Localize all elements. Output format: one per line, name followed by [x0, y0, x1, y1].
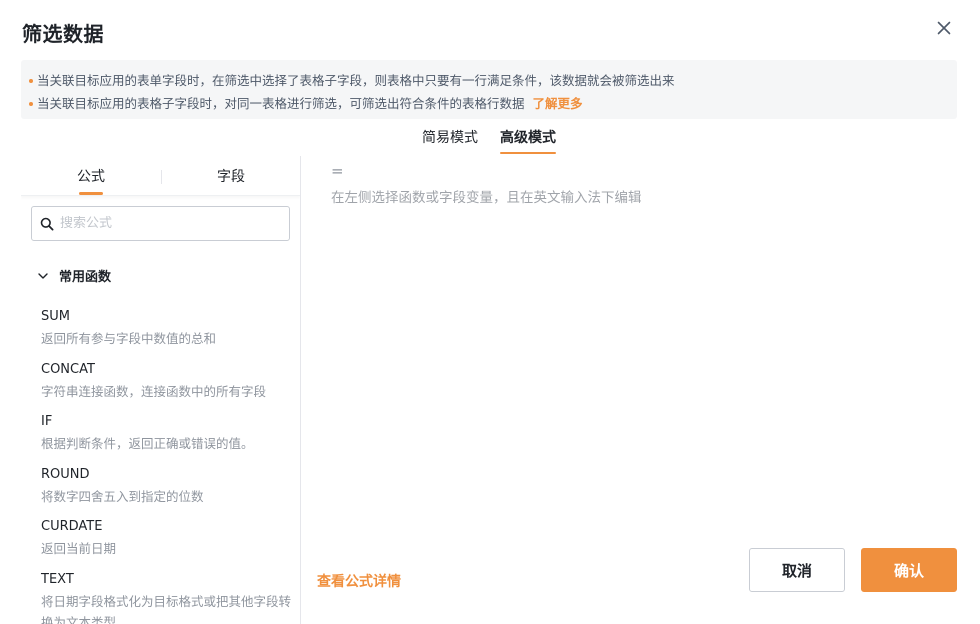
dialog-title: 筛选数据	[22, 22, 104, 46]
chevron-down-icon	[38, 272, 48, 279]
notice-text: 当关联目标应用的表格子字段时，对同一表格进行筛选，可筛选出符合条件的表格行数据	[37, 96, 525, 111]
editor-equals-prefix: =	[331, 162, 344, 180]
function-desc: 将日期字段格式化为目标格式或把其他字段转换为文本类型	[41, 593, 292, 624]
confirm-button[interactable]: 确认	[861, 548, 957, 592]
function-list: SUM 返回所有参与字段中数值的总和 CONCAT 字符串连接函数，连接函数中的…	[41, 306, 292, 624]
function-item-text[interactable]: TEXT 将日期字段格式化为目标格式或把其他字段转换为文本类型	[41, 569, 292, 624]
function-name: CONCAT	[41, 361, 95, 377]
notice-box: 当关联目标应用的表单字段时，在筛选中选择了表格子字段，则表格中只要有一行满足条件…	[21, 60, 957, 119]
tab-advanced-mode[interactable]: 高级模式	[500, 128, 556, 156]
editor-placeholder-hint: 在左侧选择函数或字段变量，且在英文输入法下编辑	[331, 190, 642, 206]
view-formula-details-link[interactable]: 查看公式详情	[317, 571, 401, 591]
function-desc: 返回所有参与字段中数值的总和	[41, 331, 217, 346]
function-item-sum[interactable]: SUM 返回所有参与字段中数值的总和	[41, 306, 291, 359]
sidebar-tabs: 公式 字段	[21, 156, 300, 196]
bullet-dot	[29, 101, 33, 106]
tab-simple-mode[interactable]: 简易模式	[422, 128, 478, 156]
notice-text: 当关联目标应用的表单字段时，在筛选中选择了表格子字段，则表格中只要有一行满足条件…	[37, 73, 675, 88]
tab-formula[interactable]: 公式	[77, 166, 105, 195]
notice-line: 当关联目标应用的表单字段时，在筛选中选择了表格子字段，则表格中只要有一行满足条件…	[29, 69, 957, 92]
function-desc: 返回当前日期	[41, 541, 117, 556]
function-name: TEXT	[41, 571, 74, 587]
function-name: IF	[41, 414, 53, 429]
bullet-dot	[29, 78, 33, 83]
formula-editor[interactable]: = 在左侧选择函数或字段变量，且在英文输入法下编辑	[331, 162, 951, 532]
function-name: SUM	[41, 309, 70, 324]
search-box	[31, 206, 290, 241]
close-icon	[937, 21, 951, 35]
function-name: CURDATE	[41, 519, 103, 534]
group-label: 常用函数	[59, 270, 112, 285]
function-desc: 根据判断条件，返回正确或错误的值。	[41, 436, 254, 451]
function-item-round[interactable]: ROUND 将数字四舍五入到指定的位数	[41, 464, 291, 517]
function-desc: 字符串连接函数，连接函数中的所有字段	[41, 383, 267, 399]
learn-more-link[interactable]: 了解更多	[533, 92, 583, 115]
search-input[interactable]	[60, 216, 260, 231]
mode-tabs: 简易模式 高级模式	[0, 128, 980, 158]
function-item-if[interactable]: IF 根据判断条件，返回正确或错误的值。	[41, 411, 291, 464]
tab-divider	[161, 170, 162, 184]
tab-field[interactable]: 字段	[217, 166, 245, 186]
formula-sidebar: 公式 字段 常用函数 SUM 返回所有参与字段中数值的总和 CONCAT 字符串…	[21, 156, 301, 624]
cancel-button[interactable]: 取消	[749, 548, 845, 592]
function-desc: 将数字四舍五入到指定的位数	[41, 488, 204, 504]
close-button[interactable]	[934, 18, 954, 38]
function-item-curdate[interactable]: CURDATE 返回当前日期	[41, 516, 291, 569]
function-name: ROUND	[41, 466, 90, 482]
notice-line: 当关联目标应用的表格子字段时，对同一表格进行筛选，可筛选出符合条件的表格行数据 …	[29, 92, 957, 115]
group-common-functions[interactable]: 常用函数	[37, 266, 111, 285]
search-icon	[40, 217, 54, 230]
function-item-concat[interactable]: CONCAT 字符串连接函数，连接函数中的所有字段	[41, 359, 291, 412]
